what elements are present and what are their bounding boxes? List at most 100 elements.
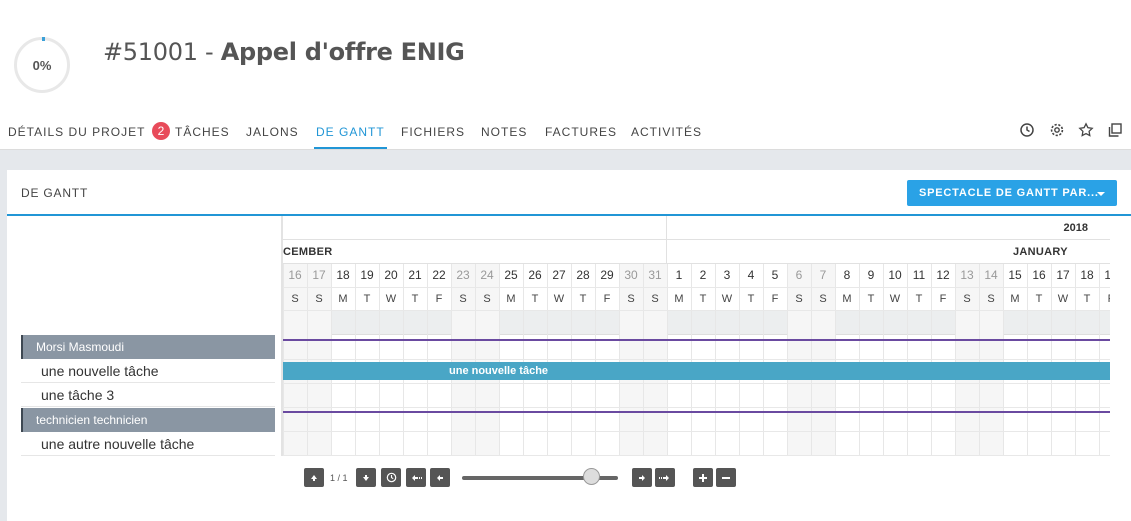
group-row[interactable]: Morsi Masmoudi xyxy=(21,335,275,359)
tab-project-details[interactable]: DÉTAILS DU PROJET xyxy=(8,112,145,149)
title-separator: - xyxy=(197,38,221,66)
zoom-in-button[interactable] xyxy=(693,468,713,487)
day-letter: T xyxy=(699,293,707,305)
day-letter: T xyxy=(867,293,875,305)
dropdown-label: SPECTACLE DE GANTT PAR... xyxy=(919,187,1099,199)
day-number: 13 xyxy=(960,268,974,282)
day-number: 24 xyxy=(480,268,494,282)
tab-gantt[interactable]: DE GANTT xyxy=(314,112,387,149)
copy-icon[interactable] xyxy=(1107,122,1123,138)
tab-label: TÂCHES xyxy=(175,125,230,139)
scroll-up-button[interactable] xyxy=(304,468,324,487)
gantt-view-dropdown[interactable]: SPECTACLE DE GANTT PAR... xyxy=(907,180,1117,206)
day-number: 19 xyxy=(360,268,374,282)
zoom-slider-handle[interactable] xyxy=(583,468,600,485)
row-line xyxy=(283,359,1110,360)
scroll-end-button[interactable] xyxy=(655,468,675,487)
group-line xyxy=(283,411,1110,413)
zoom-out-button[interactable] xyxy=(716,468,736,487)
day-letter: F xyxy=(939,293,947,305)
scroll-right-button[interactable] xyxy=(632,468,652,487)
day-number: 2 xyxy=(699,268,707,282)
panel-header: DE GANTT SPECTACLE DE GANTT PAR... xyxy=(7,170,1131,216)
minus-icon xyxy=(722,476,730,479)
project-name: Appel d'offre ENIG xyxy=(220,38,465,66)
gear-icon[interactable] xyxy=(1049,122,1065,138)
day-number: 17 xyxy=(1056,268,1070,282)
task-row[interactable]: une tâche 3 xyxy=(21,384,275,407)
day-letter: S xyxy=(963,293,971,305)
project-header: 0% #51001 - Appel d'offre ENIG DÉTAILS D… xyxy=(0,0,1131,150)
task-bar[interactable]: une nouvelle tâche xyxy=(283,362,1110,380)
pager-label: 1 / 1 xyxy=(330,473,348,483)
caret-down-icon xyxy=(1097,192,1105,196)
day-number: 5 xyxy=(771,268,779,282)
day-number: 29 xyxy=(600,268,614,282)
day-number: 28 xyxy=(576,268,590,282)
row-line xyxy=(283,383,1110,384)
day-number: 26 xyxy=(528,268,542,282)
day-letter: S xyxy=(819,293,827,305)
day-letter: T xyxy=(915,293,923,305)
day-letter: M xyxy=(674,293,684,305)
tab-tasks[interactable]: 2 TÂCHES xyxy=(152,112,230,149)
star-icon[interactable] xyxy=(1078,122,1094,138)
project-tabs: DÉTAILS DU PROJET 2 TÂCHES JALONS DE GANT… xyxy=(0,112,1131,150)
panel-title: DE GANTT xyxy=(21,186,89,200)
day-number: 12 xyxy=(936,268,950,282)
day-number: 10 xyxy=(888,268,902,282)
arrow-last-icon xyxy=(659,474,669,481)
row-line xyxy=(283,407,1110,408)
row-line xyxy=(283,431,1110,432)
scroll-left-button[interactable] xyxy=(430,468,450,487)
task-row[interactable]: une nouvelle tâche xyxy=(21,360,275,383)
scroll-start-button[interactable] xyxy=(406,468,426,487)
group-line xyxy=(283,339,1110,341)
year-label: 2018 xyxy=(1063,222,1088,234)
page-title: #51001 - Appel d'offre ENIG xyxy=(103,38,465,66)
tasks-count-badge: 2 xyxy=(152,122,170,140)
tab-invoices[interactable]: FACTURES xyxy=(545,112,617,149)
day-number: 1 xyxy=(675,268,683,282)
day-letter: M xyxy=(506,293,516,305)
day-number: 8 xyxy=(843,268,851,282)
day-number: 20 xyxy=(384,268,398,282)
day-letter: M xyxy=(842,293,852,305)
day-letter: S xyxy=(651,293,659,305)
project-number: #51001 xyxy=(103,38,198,66)
tab-files[interactable]: FICHIERS xyxy=(401,112,465,149)
tab-milestones[interactable]: JALONS xyxy=(246,112,299,149)
tab-label: NOTES xyxy=(481,125,528,139)
year-row xyxy=(283,216,1110,240)
day-letter: T xyxy=(363,293,371,305)
task-row[interactable]: une autre nouvelle tâche xyxy=(21,433,275,456)
today-button[interactable] xyxy=(381,468,401,487)
header-row-line xyxy=(283,287,1110,288)
day-number: 7 xyxy=(819,268,827,282)
day-number: 17 xyxy=(312,268,326,282)
day-letter: F xyxy=(435,293,443,305)
day-letter: M xyxy=(338,293,348,305)
day-letter: T xyxy=(1035,293,1043,305)
tab-label: JALONS xyxy=(246,125,299,139)
day-number: 6 xyxy=(795,268,803,282)
row-line xyxy=(283,455,1110,456)
month-label: JANUARY xyxy=(1013,246,1068,258)
day-number: 9 xyxy=(867,268,875,282)
tab-notes[interactable]: NOTES xyxy=(481,112,527,149)
scroll-down-button[interactable] xyxy=(356,468,376,487)
day-number: 21 xyxy=(408,268,422,282)
header-row-line xyxy=(283,310,1110,311)
progress-circle: 0% xyxy=(14,37,70,93)
tab-activities[interactable]: ACTIVITÉS xyxy=(631,112,702,149)
day-letter: W xyxy=(889,293,901,305)
month-divider xyxy=(666,216,667,264)
day-letter: T xyxy=(747,293,755,305)
resource-list: Morsi Masmoudi une nouvelle tâche une tâ… xyxy=(21,335,275,457)
day-letter: F xyxy=(771,293,779,305)
tab-label: DÉTAILS DU PROJET xyxy=(8,125,146,139)
clock-icon[interactable] xyxy=(1019,122,1035,138)
group-row[interactable]: technicien technicien xyxy=(21,408,275,432)
month-row xyxy=(283,240,1110,264)
day-letter: S xyxy=(291,293,299,305)
